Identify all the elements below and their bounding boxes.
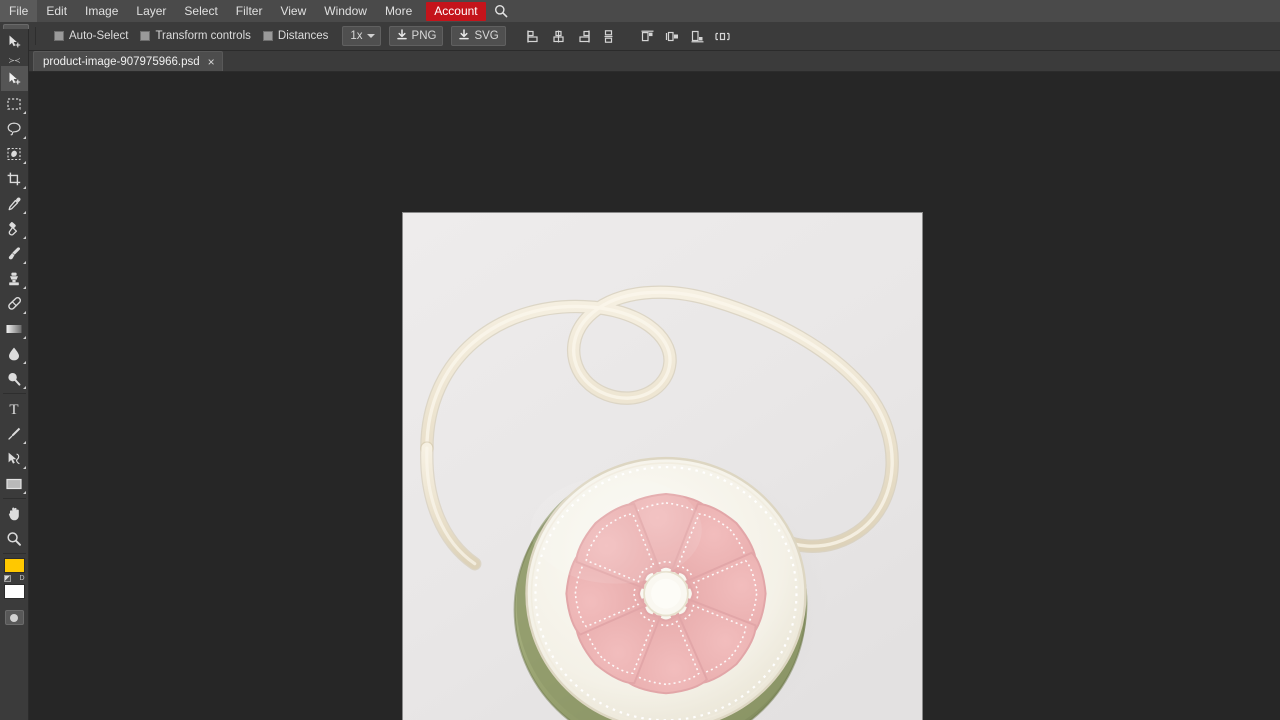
citrus-bag-artwork xyxy=(403,213,922,720)
reset-colors-icon[interactable] xyxy=(4,575,11,582)
align-center-horizontal-icon[interactable] xyxy=(548,25,570,47)
healing-brush-tool[interactable] xyxy=(1,216,28,241)
lasso-tool[interactable] xyxy=(1,116,28,141)
menu-filter[interactable]: Filter xyxy=(227,0,272,22)
align-button-group xyxy=(520,25,734,47)
quick-selection-tool[interactable] xyxy=(1,141,28,166)
options-divider xyxy=(35,27,36,45)
tool-corner-indicator xyxy=(23,261,26,264)
transform-controls-checkbox[interactable]: Transform controls xyxy=(140,30,250,42)
path-selection-tool[interactable] xyxy=(1,446,28,471)
zoom-level-dropdown[interactable]: 1x xyxy=(342,26,380,46)
tool-corner-indicator xyxy=(23,236,26,239)
menu-image[interactable]: Image xyxy=(76,0,127,22)
rectangular-marquee-tool[interactable] xyxy=(1,91,28,116)
pen-tool[interactable] xyxy=(1,421,28,446)
tool-corner-indicator xyxy=(23,311,26,314)
zoom-tool[interactable] xyxy=(1,526,28,551)
align-left-icon[interactable] xyxy=(523,25,545,47)
quick-mask-dot xyxy=(10,614,18,622)
tool-corner-indicator xyxy=(23,211,26,214)
distribute-horizontal-icon[interactable] xyxy=(662,25,684,47)
tool-corner-indicator xyxy=(23,386,26,389)
clone-stamp-tool[interactable] xyxy=(1,266,28,291)
transform-controls-label: Transform controls xyxy=(155,30,250,42)
shape-tool[interactable] xyxy=(1,471,28,496)
menu-view[interactable]: View xyxy=(271,0,315,22)
export-png-label: PNG xyxy=(412,30,437,42)
tool-corner-indicator xyxy=(23,361,26,364)
document-tab-label: product-image-907975966.psd xyxy=(43,56,200,68)
distances-checkbox[interactable]: Distances xyxy=(263,30,329,42)
eraser-tool[interactable] xyxy=(1,291,28,316)
search-icon[interactable] xyxy=(490,0,512,22)
color-swatches: D xyxy=(1,558,28,608)
export-svg-label: SVG xyxy=(474,30,498,42)
menu-layer[interactable]: Layer xyxy=(127,0,175,22)
align-bottom-icon[interactable] xyxy=(687,25,709,47)
tool-corner-indicator xyxy=(23,111,26,114)
chevron-down-icon xyxy=(367,34,375,38)
export-png-button[interactable]: PNG xyxy=(389,26,444,46)
gradient-tool[interactable] xyxy=(1,316,28,341)
account-button[interactable]: Account xyxy=(426,2,485,21)
menu-file[interactable]: File xyxy=(0,0,37,22)
menu-bar: File Edit Image Layer Select Filter View… xyxy=(0,0,1280,22)
export-svg-button[interactable]: SVG xyxy=(451,26,505,46)
document-image[interactable] xyxy=(402,212,923,720)
background-color-swatch[interactable] xyxy=(4,584,25,599)
close-icon[interactable]: × xyxy=(208,56,215,68)
quick-mask-icon[interactable] xyxy=(5,610,24,625)
align-right-icon[interactable] xyxy=(573,25,595,47)
document-tab[interactable]: product-image-907975966.psd × xyxy=(33,51,223,71)
menu-select[interactable]: Select xyxy=(175,0,226,22)
tool-corner-indicator xyxy=(23,136,26,139)
checkbox-box xyxy=(54,31,64,41)
tool-corner-indicator xyxy=(23,161,26,164)
document-tab-bar: product-image-907975966.psd × xyxy=(29,51,1280,72)
options-bar: Auto-Select Transform controls Distances… xyxy=(0,22,1280,51)
tool-corner-indicator xyxy=(23,441,26,444)
distances-label: Distances xyxy=(278,30,329,42)
align-middle-vertical-icon[interactable] xyxy=(598,25,620,47)
tool-corner-indicator xyxy=(23,336,26,339)
auto-select-label: Auto-Select xyxy=(69,30,128,42)
tool-divider xyxy=(3,498,26,499)
eyedropper-tool[interactable] xyxy=(1,191,28,216)
sidebar-collapse-handle[interactable]: ≻≺ xyxy=(1,54,28,66)
blur-tool[interactable] xyxy=(1,341,28,366)
download-icon xyxy=(396,29,408,44)
tool-sidebar: ≻≺ xyxy=(0,29,29,720)
default-colors-label[interactable]: D xyxy=(19,575,24,582)
zoom-level-value: 1x xyxy=(350,30,362,42)
editor-window: File Edit Image Layer Select Filter View… xyxy=(0,0,1280,720)
tool-divider xyxy=(3,393,26,394)
hand-tool[interactable] xyxy=(1,501,28,526)
tool-divider xyxy=(3,553,26,554)
foreground-color-swatch[interactable] xyxy=(4,558,25,573)
tool-corner-indicator xyxy=(23,466,26,469)
svg-text:T: T xyxy=(9,402,18,417)
type-tool[interactable]: T xyxy=(1,396,28,421)
brush-tool[interactable] xyxy=(1,241,28,266)
move-tool-selected[interactable] xyxy=(1,66,28,91)
align-top-icon[interactable] xyxy=(637,25,659,47)
distribute-spacing-icon[interactable] xyxy=(712,25,734,47)
move-tool[interactable] xyxy=(1,29,28,54)
download-icon xyxy=(458,29,470,44)
crop-tool[interactable] xyxy=(1,166,28,191)
checkbox-box xyxy=(263,31,273,41)
tool-corner-indicator xyxy=(23,491,26,494)
product-photo xyxy=(403,213,922,720)
tool-corner-indicator xyxy=(23,186,26,189)
menu-window[interactable]: Window xyxy=(315,0,376,22)
tool-corner-indicator xyxy=(23,286,26,289)
menu-edit[interactable]: Edit xyxy=(37,0,76,22)
canvas-area[interactable] xyxy=(29,72,1280,720)
swatch-controls: D xyxy=(4,574,25,583)
menu-more[interactable]: More xyxy=(376,0,421,22)
dodge-tool[interactable] xyxy=(1,366,28,391)
checkbox-box xyxy=(140,31,150,41)
auto-select-checkbox[interactable]: Auto-Select xyxy=(54,30,128,42)
